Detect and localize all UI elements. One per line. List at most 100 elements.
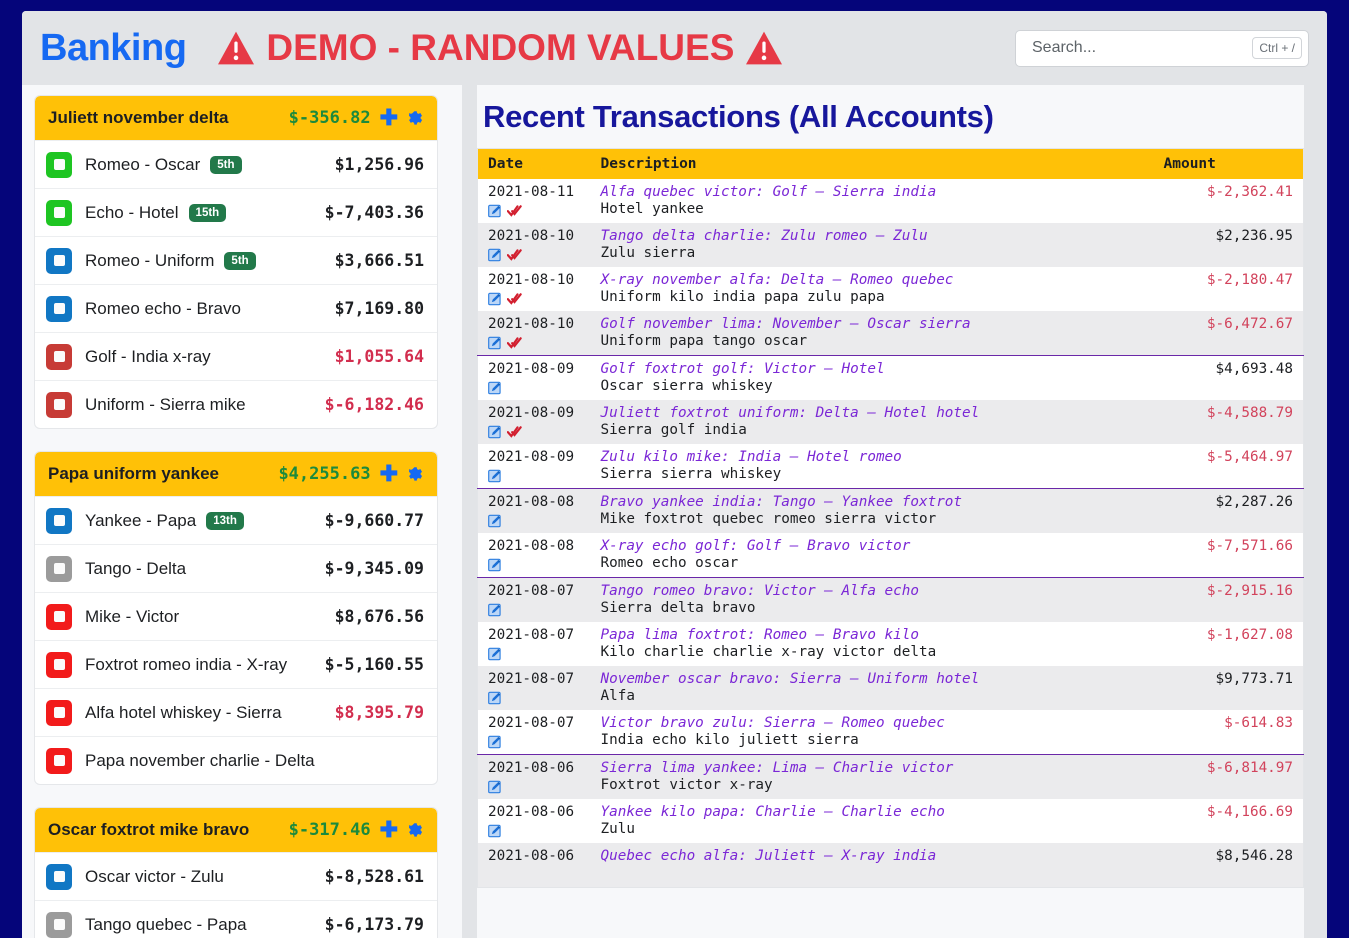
plus-icon[interactable]: ✚ — [380, 107, 398, 129]
transaction-date-cell: 2021-08-07 — [478, 710, 591, 755]
table-row[interactable]: 2021-08-10 Golf november lima: November —… — [477, 311, 1304, 356]
search-box[interactable]: Ctrl + / — [1015, 29, 1309, 67]
transaction-date: 2021-08-07 — [488, 671, 575, 687]
transaction-payee: Golf november lima: November — Oscar sie… — [600, 316, 971, 332]
transaction-amount: $-6,472.67 — [1153, 311, 1304, 356]
edit-pencil-icon[interactable] — [488, 292, 502, 306]
account-row[interactable]: Romeo echo - Bravo $7,169.80 — [35, 284, 437, 332]
brand-logo[interactable]: Banking — [40, 27, 187, 70]
account-row[interactable]: Uniform - Sierra mike $-6,182.46 — [35, 380, 437, 428]
double-check-icon[interactable] — [506, 248, 522, 262]
account-row[interactable]: Mike - Victor $8,676.56 — [35, 592, 437, 640]
account-name: Romeo echo - Bravo — [85, 298, 241, 318]
table-row[interactable]: 2021-08-08 Bravo yankee india: Tango — Ya… — [477, 488, 1304, 533]
table-row[interactable]: 2021-08-06 Quebec echo alfa: Juliett — X-… — [477, 843, 1304, 888]
gear-icon[interactable] — [407, 822, 424, 839]
account-row[interactable]: Oscar victor - Zulu $-8,528.61 — [35, 852, 437, 900]
plus-icon[interactable]: ✚ — [380, 819, 398, 841]
transaction-memo: India echo kilo juliett sierra — [600, 732, 859, 748]
table-row[interactable]: 2021-08-06 Sierra lima yankee: Lima — Cha… — [477, 754, 1304, 799]
account-row[interactable]: Papa november charlie - Delta — [35, 736, 437, 784]
transaction-description-cell: X-ray echo golf: Golf — Bravo victor Rome… — [591, 533, 1154, 578]
account-row[interactable]: Foxtrot romeo india - X-ray $-5,160.55 — [35, 640, 437, 688]
edit-pencil-icon[interactable] — [488, 425, 502, 439]
double-check-icon[interactable] — [506, 292, 522, 306]
transaction-date: 2021-08-07 — [488, 627, 575, 643]
transaction-amount: $-1,627.08 — [1206, 627, 1293, 643]
account-row[interactable]: Alfa hotel whiskey - Sierra $8,395.79 — [35, 688, 437, 736]
transaction-amount: $2,287.26 — [1153, 488, 1304, 533]
transaction-memo: Uniform kilo india papa zulu papa — [600, 289, 885, 305]
account-group-header[interactable]: Juliett november delta $-356.82 ✚ — [35, 96, 437, 140]
transaction-date: 2021-08-07 — [488, 715, 575, 731]
table-row[interactable]: 2021-08-07 Victor bravo zulu: Sierra — Ro… — [478, 710, 1304, 755]
edit-pencil-icon[interactable] — [488, 469, 502, 483]
transaction-amount: $-4,166.69 — [1206, 804, 1293, 820]
account-balance: $8,395.79 — [334, 703, 424, 722]
due-day-badge: 5th — [210, 155, 242, 174]
transaction-amount: $-2,915.16 — [1153, 577, 1304, 622]
transaction-date-cell: 2021-08-07 — [477, 666, 591, 710]
edit-pencil-icon[interactable] — [488, 248, 502, 262]
account-group-header[interactable]: Oscar foxtrot mike bravo $-317.46 ✚ — [35, 808, 437, 852]
table-row[interactable]: 2021-08-07 Papa lima foxtrot: Romeo — Bra… — [478, 622, 1304, 666]
transaction-amount: $9,773.71 — [1153, 666, 1304, 710]
edit-pencil-icon[interactable] — [488, 780, 502, 794]
account-name: Tango - Delta — [85, 558, 187, 578]
double-check-icon[interactable] — [506, 425, 522, 439]
table-row[interactable]: 2021-08-10 X-ray november alfa: Delta — R… — [478, 267, 1304, 311]
edit-pencil-icon[interactable] — [488, 204, 502, 218]
account-row[interactable]: Romeo - Oscar 5th $1,256.96 — [35, 140, 437, 188]
transaction-date: 2021-08-10 — [488, 316, 575, 332]
double-check-icon[interactable] — [506, 204, 522, 218]
edit-pencil-icon[interactable] — [488, 603, 502, 617]
table-row[interactable]: 2021-08-08 X-ray echo golf: Golf — Bravo … — [478, 533, 1304, 578]
table-row[interactable]: 2021-08-06 Yankee kilo papa: Charlie — Ch… — [478, 799, 1304, 843]
table-row[interactable]: 2021-08-11 Alfa quebec victor: Golf — Sie… — [478, 179, 1304, 223]
table-row[interactable]: 2021-08-09 Juliett foxtrot uniform: Delta… — [477, 400, 1304, 444]
transaction-description-cell: Tango romeo bravo: Victor — Alfa echo Sie… — [590, 577, 1154, 622]
gear-icon[interactable] — [407, 110, 424, 127]
table-row[interactable]: 2021-08-07 Tango romeo bravo: Victor — Al… — [477, 577, 1304, 622]
column-header-date[interactable]: Date — [477, 148, 591, 179]
table-row[interactable]: 2021-08-09 Golf foxtrot golf: Victor — Ho… — [477, 355, 1304, 400]
transaction-description-cell: Golf foxtrot golf: Victor — Hotel Oscar s… — [590, 355, 1154, 400]
transaction-description-cell: Zulu kilo mike: India — Hotel romeo Sierr… — [591, 444, 1154, 489]
transaction-date-cell: 2021-08-08 — [477, 488, 591, 533]
edit-pencil-icon[interactable] — [488, 735, 502, 749]
account-group-title: Papa uniform yankee — [48, 464, 220, 483]
column-header-description[interactable]: Description — [590, 148, 1154, 179]
demo-banner-text: DEMO - RANDOM VALUES — [266, 27, 735, 68]
edit-pencil-icon[interactable] — [488, 558, 502, 572]
table-row[interactable]: 2021-08-09 Zulu kilo mike: India — Hotel … — [478, 444, 1304, 489]
column-header-amount[interactable]: Amount — [1153, 148, 1304, 179]
edit-pencil-icon[interactable] — [488, 691, 502, 705]
table-row[interactable]: 2021-08-07 November oscar bravo: Sierra —… — [477, 666, 1304, 710]
gear-icon[interactable] — [407, 466, 424, 483]
edit-pencil-icon[interactable] — [488, 824, 502, 838]
account-row[interactable]: Echo - Hotel 15th $-7,403.36 — [35, 188, 437, 236]
account-row[interactable]: Golf - India x-ray $1,055.64 — [35, 332, 437, 380]
account-row[interactable]: Tango - Delta $-9,345.09 — [35, 544, 437, 592]
warning-triangle-icon — [216, 30, 256, 66]
table-row[interactable]: 2021-08-10 Tango delta charlie: Zulu rome… — [477, 223, 1304, 267]
account-balance: $-8,528.61 — [324, 867, 424, 886]
double-check-icon[interactable] — [506, 336, 522, 350]
edit-pencil-icon[interactable] — [488, 336, 502, 350]
account-row[interactable]: Yankee - Papa 13th $-9,660.77 — [35, 496, 437, 544]
account-group-header[interactable]: Papa uniform yankee $4,255.63 ✚ — [35, 452, 437, 496]
edit-pencil-icon[interactable] — [488, 647, 502, 661]
transaction-payee: Tango delta charlie: Zulu romeo — Zulu — [600, 228, 928, 244]
transaction-date-cell: 2021-08-09 — [478, 444, 591, 489]
transaction-description-cell: Alfa quebec victor: Golf — Sierra india H… — [591, 179, 1154, 223]
account-color-swatch-icon — [46, 651, 72, 678]
transaction-memo: Foxtrot victor x-ray — [600, 777, 773, 793]
plus-icon[interactable]: ✚ — [380, 463, 398, 485]
accounts-sidebar[interactable]: Juliett november delta $-356.82 ✚ Romeo - O… — [22, 85, 462, 938]
search-input[interactable] — [1030, 38, 1253, 58]
edit-pencil-icon[interactable] — [488, 514, 502, 528]
account-row[interactable]: Romeo - Uniform 5th $3,666.51 — [35, 236, 437, 284]
account-row[interactable]: Tango quebec - Papa $-6,173.79 — [35, 900, 437, 938]
edit-pencil-icon[interactable] — [488, 381, 502, 395]
page-title: Recent Transactions (All Accounts) — [483, 99, 994, 134]
